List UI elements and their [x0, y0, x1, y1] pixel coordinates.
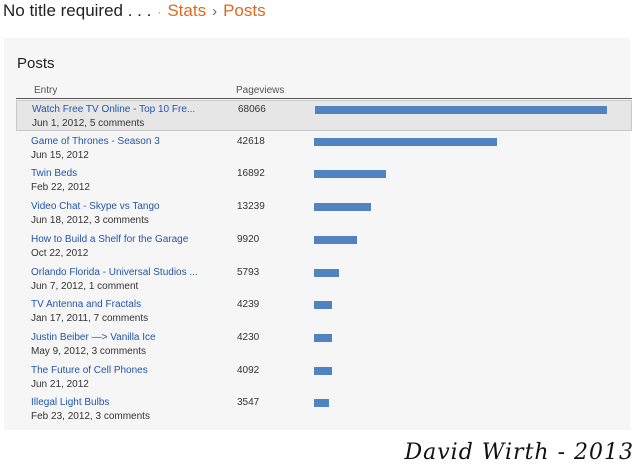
post-title-link[interactable]: TV Antenna and Fractals — [31, 299, 141, 310]
pageviews-count: 5793 — [237, 266, 260, 278]
pageviews-count: 16892 — [237, 168, 265, 180]
breadcrumb-posts[interactable]: Posts — [223, 1, 266, 20]
post-title-link[interactable]: Video Chat - Skype vs Tango — [31, 201, 160, 212]
pageviews-bar — [314, 137, 497, 146]
table-row[interactable]: Illegal Light Bulbs Feb 23, 2012, 3 comme… — [16, 394, 632, 425]
post-title-link[interactable]: Illegal Light Bulbs — [31, 397, 109, 408]
post-meta: Jun 7, 2012, 1 comment — [31, 280, 139, 292]
pageviews-bar — [314, 333, 332, 342]
pageviews-count: 13239 — [237, 201, 265, 213]
table-row[interactable]: Game of Thrones - Season 3 Jun 15, 2012 42… — [16, 133, 632, 164]
post-meta: Feb 23, 2012, 3 comments — [31, 411, 150, 423]
table-row[interactable]: Video Chat - Skype vs Tango Jun 18, 2012,… — [16, 198, 632, 229]
post-title-link[interactable]: Orlando Florida - Universal Studios ... — [31, 267, 198, 278]
post-title-link[interactable]: Watch Free TV Online - Top 10 Fre... — [32, 104, 195, 115]
post-meta: Jan 17, 2011, 7 comments — [31, 313, 149, 325]
pageviews-count: 42618 — [237, 135, 265, 147]
pageviews-bar — [314, 366, 332, 375]
post-title-link[interactable]: Twin Beds — [31, 168, 77, 179]
column-header-entry: Entry — [34, 85, 58, 96]
pageviews-bar — [314, 170, 386, 179]
posts-panel: Posts Entry Pageviews Watch Free TV Onli… — [4, 38, 632, 430]
post-title-link[interactable]: How to Build a Shelf for the Garage — [31, 234, 188, 245]
breadcrumb-separator: · — [157, 5, 162, 19]
column-header-pageviews: Pageviews — [236, 85, 285, 96]
pageviews-count: 3547 — [237, 397, 260, 409]
table-row[interactable]: TV Antenna and Fractals Jan 17, 2011, 7 c… — [16, 296, 632, 327]
post-title-link[interactable]: The Future of Cell Phones — [31, 365, 148, 376]
breadcrumb: No title required . . . · Stats › Posts — [0, 0, 640, 28]
blog-title[interactable]: No title required . . . — [3, 1, 151, 20]
table-row[interactable]: The Future of Cell Phones Jun 21, 2012 409… — [16, 362, 632, 393]
pageviews-bar — [314, 301, 332, 310]
panel-title: Posts — [17, 55, 55, 72]
table-header: Entry Pageviews — [16, 85, 632, 99]
post-meta: May 9, 2012, 3 comments — [31, 345, 147, 357]
post-meta: Oct 22, 2012 — [31, 247, 89, 259]
breadcrumb-stats[interactable]: Stats — [167, 1, 206, 20]
post-meta: Jun 15, 2012 — [31, 149, 89, 161]
post-title-link[interactable]: Justin Beiber —> Vanilla Ice — [31, 332, 156, 343]
signature-watermark: David Wirth - 2013 — [404, 440, 634, 465]
pageviews-bar — [314, 203, 371, 212]
table-row[interactable]: Orlando Florida - Universal Studios ... J… — [16, 264, 632, 295]
post-meta: Jun 21, 2012 — [31, 378, 89, 390]
pageviews-bar — [315, 106, 607, 114]
table-row[interactable]: Watch Free TV Online - Top 10 Fre... Jun … — [16, 100, 632, 131]
post-meta: Jun 1, 2012, 5 comments — [32, 118, 145, 129]
pageviews-bar — [314, 268, 339, 277]
post-meta: Feb 22, 2012 — [31, 182, 90, 194]
pageviews-bar — [314, 399, 329, 408]
pageviews-count: 9920 — [237, 233, 260, 245]
table-row[interactable]: Twin Beds Feb 22, 2012 16892 — [16, 165, 632, 196]
pageviews-count: 4239 — [237, 299, 260, 311]
pageviews-count: 4092 — [237, 364, 260, 376]
pageviews-bar — [314, 235, 357, 244]
pageviews-count: 68066 — [238, 104, 266, 115]
chevron-right-icon: › — [212, 3, 218, 20]
table-row[interactable]: How to Build a Shelf for the Garage Oct 2… — [16, 231, 632, 262]
post-title-link[interactable]: Game of Thrones - Season 3 — [31, 136, 160, 147]
pageviews-count: 4230 — [237, 331, 260, 343]
table-row[interactable]: Justin Beiber —> Vanilla Ice May 9, 2012,… — [16, 329, 632, 360]
post-meta: Jun 18, 2012, 3 comments — [31, 215, 149, 227]
